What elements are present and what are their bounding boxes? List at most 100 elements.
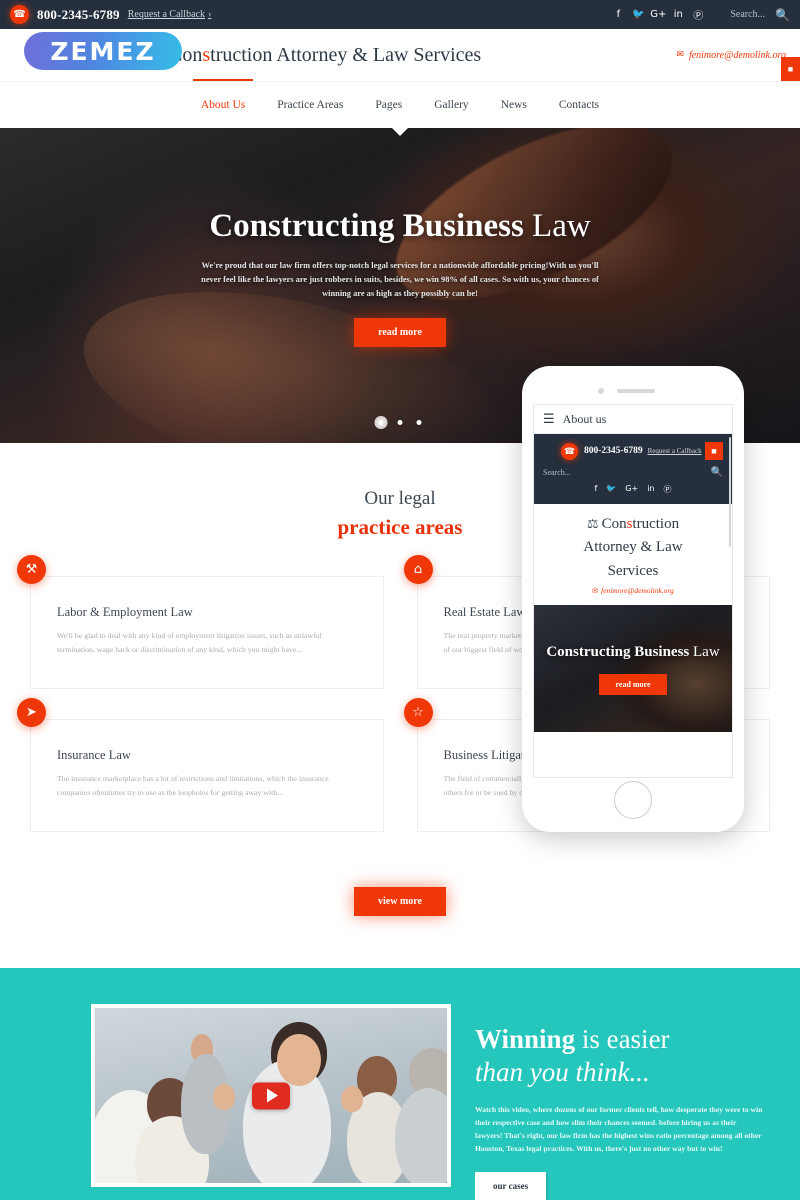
mobile-read-more-button[interactable]: read more xyxy=(599,673,667,695)
hero-content: Constructing Business Law We're proud th… xyxy=(0,128,800,347)
mobile-utility-bar: ☎ 800-2345-6789 Request a Callback ■ Sea… xyxy=(534,434,732,504)
search-icon[interactable]: 🔍 xyxy=(775,8,790,22)
linkedin-icon[interactable]: in xyxy=(668,9,688,20)
nav-item-news[interactable]: News xyxy=(501,85,527,125)
header-email[interactable]: ✉ fenimore@demolink.org xyxy=(676,50,786,61)
side-user-tab[interactable]: ■ xyxy=(781,57,800,81)
hero-slider-dots xyxy=(378,420,422,425)
google-plus-icon[interactable]: G+ xyxy=(648,9,668,20)
mobile-brand-post: truction xyxy=(632,516,680,532)
mobile-brand-pre: Con xyxy=(601,516,627,532)
brand-row: ZEMEZ Construction Attorney & Law Servic… xyxy=(0,29,800,81)
site-title-highlight: s xyxy=(202,43,211,66)
mobile-hero-title-thin: Law xyxy=(689,643,720,660)
slider-dot-3[interactable] xyxy=(416,420,422,425)
nav-item-gallery[interactable]: Gallery xyxy=(434,85,468,125)
winning-heading-rest: is easier xyxy=(575,1024,670,1054)
phone-mockup: ☰ About us ☎ 800-2345-6789 Request a Cal… xyxy=(522,366,744,832)
mobile-brand-line3: Services xyxy=(607,562,659,579)
mobile-brand-line2: Attorney & Law xyxy=(583,539,683,556)
slider-dot-1[interactable] xyxy=(378,420,384,425)
envelope-icon: ✉ xyxy=(676,50,684,60)
header-email-label: fenimore@demolink.org xyxy=(688,49,786,61)
phone-camera-icon xyxy=(598,388,604,394)
card-title: Labor & Employment Law xyxy=(57,605,193,619)
mobile-contact-row: ☎ 800-2345-6789 Request a Callback ■ xyxy=(543,442,723,460)
mobile-brand-line1: ⚖ Construction xyxy=(540,513,726,536)
hero-read-more-button[interactable]: read more xyxy=(354,317,446,347)
zemez-logo-badge[interactable]: ZEMEZ xyxy=(24,32,182,70)
search-icon[interactable]: 🔍 xyxy=(711,467,723,478)
phone-icon: ☎ xyxy=(10,5,29,24)
facebook-icon[interactable]: f xyxy=(608,9,628,20)
nav-item-contacts[interactable]: Contacts xyxy=(559,85,599,125)
phone-home-button[interactable] xyxy=(614,781,652,819)
card-text: The insurance marketplace has a lot of r… xyxy=(57,774,329,797)
hamburger-menu-icon[interactable]: ☰ xyxy=(543,412,555,427)
winning-copy: Winning is easier than you think... Watch… xyxy=(475,1023,765,1200)
view-more-button[interactable]: view more xyxy=(354,887,446,916)
mobile-email-label: fenimore@demolink.org xyxy=(601,585,674,595)
hero-title-thin: Law xyxy=(523,208,591,244)
phone-number[interactable]: 800-2345-6789 xyxy=(37,7,120,23)
twitter-icon[interactable]: 🐦 xyxy=(628,9,648,20)
home-icon: ⌂ xyxy=(403,555,433,584)
scales-of-justice-icon: ⚖ xyxy=(586,517,599,532)
facebook-icon[interactable]: f xyxy=(595,484,598,495)
card-title: Insurance Law xyxy=(57,748,131,762)
slider-dot-2[interactable] xyxy=(397,420,403,425)
nav-item-pages[interactable]: Pages xyxy=(375,85,402,125)
mobile-hero-title: Constructing Business Law xyxy=(546,642,719,664)
compass-icon: ➤ xyxy=(17,698,46,727)
chevron-right-icon: › xyxy=(207,9,212,20)
gavel-icon: ⚒ xyxy=(17,555,46,584)
our-cases-button[interactable]: our cases xyxy=(475,1172,547,1200)
practice-areas-footer: view more xyxy=(0,870,800,968)
mobile-search-row: Search... 🔍 xyxy=(543,467,723,478)
mobile-brand-block: ⚖ Construction Attorney & Law Services ✉ f… xyxy=(534,504,732,605)
winning-heading-italic: than you think... xyxy=(475,1056,650,1087)
star-icon: ☆ xyxy=(403,698,433,727)
envelope-icon: ✉ xyxy=(592,586,599,595)
nav-item-about-us[interactable]: About Us xyxy=(192,79,254,125)
mobile-search-input[interactable]: Search... xyxy=(543,468,571,477)
card-text: We'll be glad to deal with any kind of e… xyxy=(57,631,322,654)
pinterest-icon[interactable]: Ⓟ xyxy=(664,484,672,495)
pinterest-icon[interactable]: Ⓟ xyxy=(688,7,708,22)
hero-description: We're proud that our law firm offers top… xyxy=(201,261,599,298)
google-plus-icon[interactable]: G+ xyxy=(625,484,638,495)
winning-heading: Winning is easier than you think... xyxy=(475,1023,765,1089)
winning-heading-bold: Winning xyxy=(475,1024,576,1054)
phone-icon: ☎ xyxy=(561,442,578,460)
practice-card[interactable]: ➤ Insurance Law The insurance marketplac… xyxy=(17,698,384,832)
video-thumbnail[interactable] xyxy=(91,1004,451,1187)
main-navigation: About Us Practice Areas Pages Gallery Ne… xyxy=(0,79,800,128)
mobile-scrollbar[interactable] xyxy=(729,437,731,547)
phone-screen: ☰ About us ☎ 800-2345-6789 Request a Cal… xyxy=(533,404,733,778)
hero-title: Constructing Business Law xyxy=(0,208,800,245)
mobile-hero: Constructing Business Law read more xyxy=(534,604,732,732)
nav-item-practice-areas[interactable]: Practice Areas xyxy=(277,85,343,125)
hero-title-bold: Constructing Business xyxy=(209,208,524,244)
request-callback-link[interactable]: Request a Callback › xyxy=(128,9,212,20)
mobile-email[interactable]: ✉ fenimore@demolink.org xyxy=(540,586,726,595)
mobile-request-callback-link[interactable]: Request a Callback xyxy=(648,447,702,455)
winning-section: Winning is easier than you think... Watch… xyxy=(0,968,800,1200)
mobile-nav-label: About us xyxy=(562,411,607,426)
top-utility-bar: ☎ 800-2345-6789 Request a Callback › f 🐦 … xyxy=(0,0,800,29)
page-root: ☎ 800-2345-6789 Request a Callback › f 🐦 … xyxy=(0,0,800,1200)
twitter-icon[interactable]: 🐦 xyxy=(606,484,616,495)
winning-description: Watch this video, where dozens of our fo… xyxy=(475,1104,763,1154)
phone-speaker-icon xyxy=(617,389,655,393)
practice-card[interactable]: ⚒ Labor & Employment Law We'll be glad t… xyxy=(17,555,384,689)
mobile-phone-number[interactable]: 800-2345-6789 xyxy=(584,446,643,456)
linkedin-icon[interactable]: in xyxy=(647,484,654,495)
user-icon[interactable]: ■ xyxy=(705,442,723,460)
site-title-post: truction Attorney & Law Services xyxy=(210,43,482,66)
mobile-top-nav: ☰ About us xyxy=(534,405,732,434)
play-button-icon[interactable] xyxy=(252,1082,290,1109)
mobile-social-row: f 🐦 G+ in Ⓟ xyxy=(543,484,723,495)
mobile-hero-title-bold: Constructing Business xyxy=(546,643,690,660)
site-title: Construction Attorney & Law Services xyxy=(169,44,481,67)
search-input[interactable]: Search... xyxy=(730,9,765,20)
